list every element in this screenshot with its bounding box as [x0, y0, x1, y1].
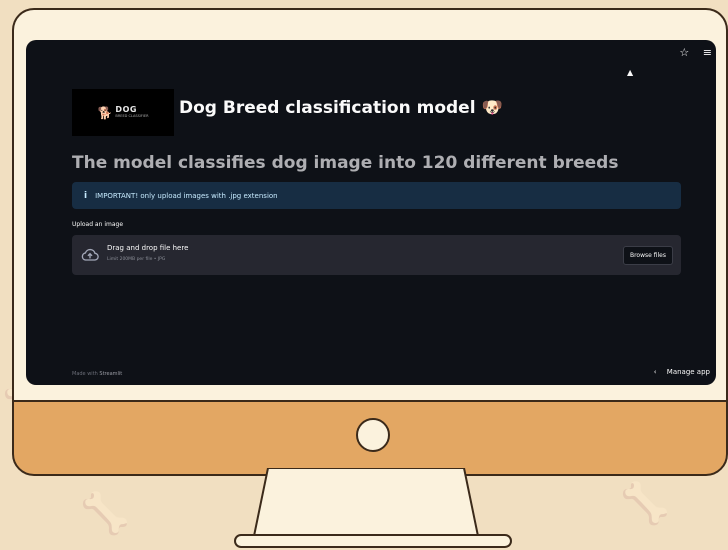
bone-decoration: 🦴: [620, 481, 670, 527]
monitor-stand: [252, 468, 480, 537]
footer-made-with: Made with: [72, 371, 98, 377]
hamburger-menu-icon[interactable]: ≡: [703, 46, 712, 59]
mouse-cursor-icon: ▲: [627, 68, 634, 77]
app-logo: 🐕 DOG BREED CLASSIFIER: [72, 89, 174, 136]
browse-files-button[interactable]: Browse files: [622, 246, 673, 265]
manage-app-button[interactable]: ‹ Manage app: [654, 368, 710, 376]
logo-title: DOG: [115, 105, 137, 115]
streamlit-link[interactable]: Streamlit: [99, 371, 122, 377]
info-text: IMPORTANT! only upload images with .jpg …: [95, 191, 278, 200]
page-title: Dog Breed classification model 🐶: [179, 98, 503, 118]
info-alert: i IMPORTANT! only upload images with .jp…: [72, 182, 681, 209]
power-button: [356, 418, 390, 452]
manage-app-label: Manage app: [666, 368, 710, 376]
star-icon[interactable]: ☆: [679, 46, 689, 59]
cloud-upload-icon: [81, 248, 99, 261]
logo-subtitle: BREED CLASSIFIER: [115, 114, 149, 119]
dropzone-instruction: Drag and drop file here: [107, 244, 189, 252]
dog-icon: 🐕: [97, 105, 113, 120]
page-subtitle: The model classifies dog image into 120 …: [72, 153, 619, 173]
toolbar: ☆ ≡: [669, 46, 712, 59]
info-icon: i: [84, 190, 88, 201]
bone-decoration: 🦴: [80, 491, 130, 537]
file-dropzone[interactable]: Drag and drop file here Limit 200MB per …: [72, 235, 681, 275]
chevron-left-icon: ‹: [653, 368, 657, 376]
monitor-base: [234, 534, 512, 548]
dropzone-limit: Limit 200MB per file • JPG: [107, 257, 166, 262]
app-screen: ☆ ≡ ▲ 🐕 DOG BREED CLASSIFIER Dog Breed c…: [26, 40, 716, 385]
footer-credit: Made with Streamlit: [72, 371, 122, 377]
upload-label: Upload an image: [72, 221, 124, 228]
